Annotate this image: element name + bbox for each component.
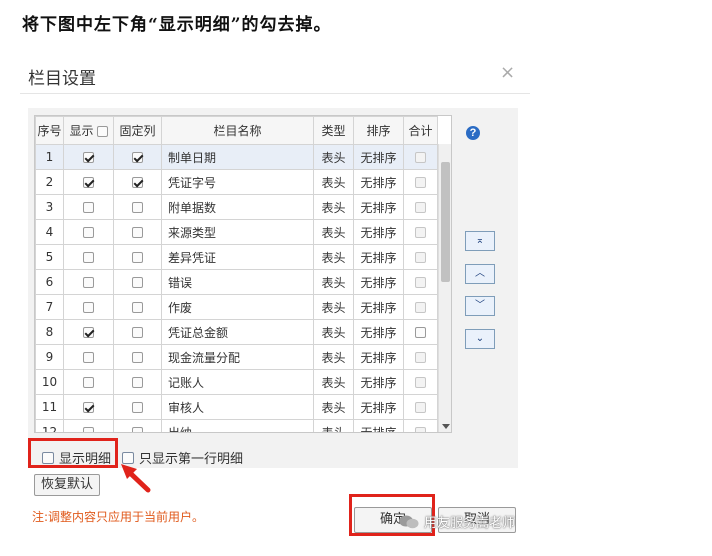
wechat-icon (399, 515, 419, 528)
watermark: 用友服务嵩老师 (398, 512, 515, 531)
annotation-arrow-icon (121, 464, 151, 493)
watermark-text: 用友服务嵩老师 (424, 516, 516, 531)
